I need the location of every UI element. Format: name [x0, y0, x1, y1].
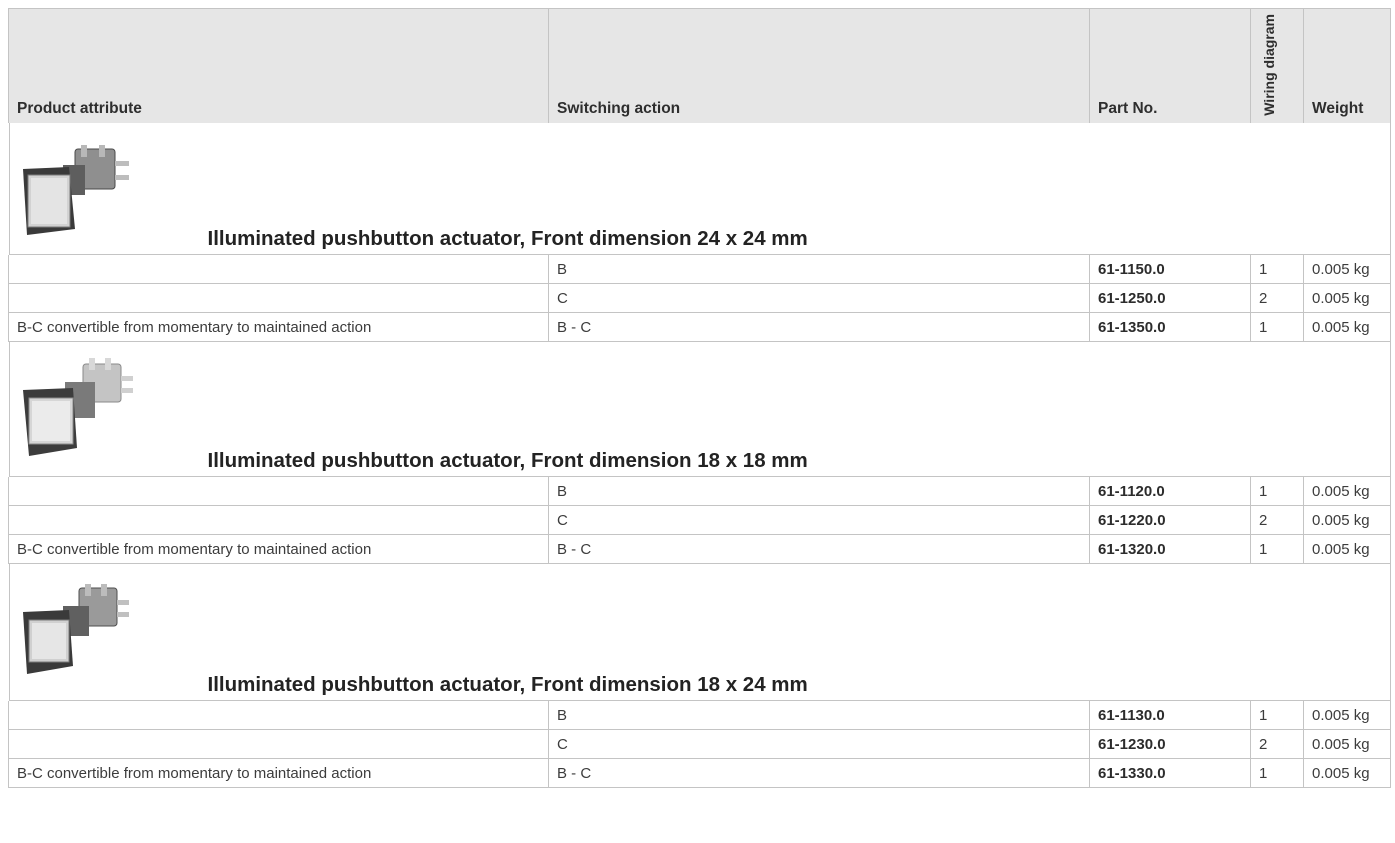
pushbutton-18x24-product-image — [22, 584, 129, 674]
part-no-cell: 61-1120.0 — [1089, 477, 1251, 506]
weight-cell: 0.005 kg — [1303, 312, 1391, 342]
weight-cell: 0.005 kg — [1303, 255, 1391, 284]
product-table-page: Product attribute Switching action Part … — [0, 0, 1395, 843]
wiring-diagram-cell: 2 — [1250, 505, 1304, 535]
wiring-diagram-cell: 1 — [1250, 312, 1304, 342]
switching-action-cell: B - C — [548, 758, 1090, 788]
part-no-cell: 61-1150.0 — [1089, 255, 1251, 284]
header-wiring-diagram: Wiring diagram — [1261, 14, 1277, 116]
part-no-cell: 61-1350.0 — [1089, 312, 1251, 342]
wiring-diagram-cell: 1 — [1250, 534, 1304, 564]
section-title: Illuminated pushbutton actuator, Front d… — [207, 449, 808, 472]
header-wiring-diagram-cell: Wiring diagram — [1250, 8, 1304, 123]
wiring-diagram-cell: 1 — [1250, 701, 1304, 730]
wiring-diagram-cell: 2 — [1250, 283, 1304, 313]
table-row: C 61-1250.0 2 0.005 kg — [8, 283, 1391, 313]
pushbutton-18x18-product-image — [22, 358, 133, 456]
header-switching-action: Switching action — [548, 8, 1090, 123]
wiring-diagram-cell: 1 — [1250, 255, 1304, 284]
attribute-cell: B-C convertible from momentary to mainta… — [8, 312, 549, 342]
switching-action-cell: B — [548, 477, 1090, 506]
part-no-cell: 61-1130.0 — [1089, 701, 1251, 730]
part-no-cell: 61-1230.0 — [1089, 729, 1251, 759]
attribute-cell — [8, 729, 549, 759]
attribute-cell — [8, 283, 549, 313]
attribute-cell — [8, 477, 549, 506]
attribute-cell — [8, 505, 549, 535]
part-no-cell: 61-1320.0 — [1089, 534, 1251, 564]
attribute-cell: B-C convertible from momentary to mainta… — [8, 758, 549, 788]
table-row: B 61-1130.0 1 0.005 kg — [8, 701, 1391, 730]
section-18x24: Illuminated pushbutton actuator, Front d… — [8, 564, 1391, 788]
header-weight: Weight — [1303, 8, 1391, 123]
header-row: Product attribute Switching action Part … — [8, 8, 1391, 123]
section-title: Illuminated pushbutton actuator, Front d… — [207, 227, 808, 250]
wiring-diagram-cell: 2 — [1250, 729, 1304, 759]
header-product-attribute: Product attribute — [8, 8, 549, 123]
weight-cell: 0.005 kg — [1303, 729, 1391, 759]
attribute-cell — [8, 255, 549, 284]
table-row: C 61-1220.0 2 0.005 kg — [8, 505, 1391, 535]
pushbutton-24x24-product-image — [22, 145, 129, 235]
weight-cell: 0.005 kg — [1303, 477, 1391, 506]
attribute-cell: B-C convertible from momentary to mainta… — [8, 534, 549, 564]
wiring-diagram-cell: 1 — [1250, 477, 1304, 506]
wiring-diagram-cell: 1 — [1250, 758, 1304, 788]
section-header: Illuminated pushbutton actuator, Front d… — [8, 564, 1391, 701]
weight-cell: 0.005 kg — [1303, 505, 1391, 535]
table-row: B 61-1120.0 1 0.005 kg — [8, 477, 1391, 506]
switching-action-cell: C — [548, 283, 1090, 313]
switching-action-cell: B — [548, 255, 1090, 284]
switching-action-cell: C — [548, 505, 1090, 535]
switching-action-cell: B — [548, 701, 1090, 730]
switching-action-cell: B - C — [548, 534, 1090, 564]
section-header: Illuminated pushbutton actuator, Front d… — [8, 342, 1391, 477]
product-table: Product attribute Switching action Part … — [8, 8, 1391, 788]
table-row: B 61-1150.0 1 0.005 kg — [8, 255, 1391, 284]
weight-cell: 0.005 kg — [1303, 758, 1391, 788]
weight-cell: 0.005 kg — [1303, 701, 1391, 730]
section-title: Illuminated pushbutton actuator, Front d… — [207, 673, 808, 696]
section-header: Illuminated pushbutton actuator, Front d… — [8, 123, 1391, 255]
table-row: C 61-1230.0 2 0.005 kg — [8, 729, 1391, 759]
table-row: B-C convertible from momentary to mainta… — [8, 312, 1391, 342]
attribute-cell — [8, 701, 549, 730]
table-row: B-C convertible from momentary to mainta… — [8, 758, 1391, 788]
header-part-no: Part No. — [1089, 8, 1251, 123]
weight-cell: 0.005 kg — [1303, 534, 1391, 564]
weight-cell: 0.005 kg — [1303, 283, 1391, 313]
table-row: B-C convertible from momentary to mainta… — [8, 534, 1391, 564]
switching-action-cell: C — [548, 729, 1090, 759]
switching-action-cell: B - C — [548, 312, 1090, 342]
part-no-cell: 61-1220.0 — [1089, 505, 1251, 535]
part-no-cell: 61-1330.0 — [1089, 758, 1251, 788]
part-no-cell: 61-1250.0 — [1089, 283, 1251, 313]
section-24x24: Illuminated pushbutton actuator, Front d… — [8, 123, 1391, 342]
section-18x18: Illuminated pushbutton actuator, Front d… — [8, 342, 1391, 564]
